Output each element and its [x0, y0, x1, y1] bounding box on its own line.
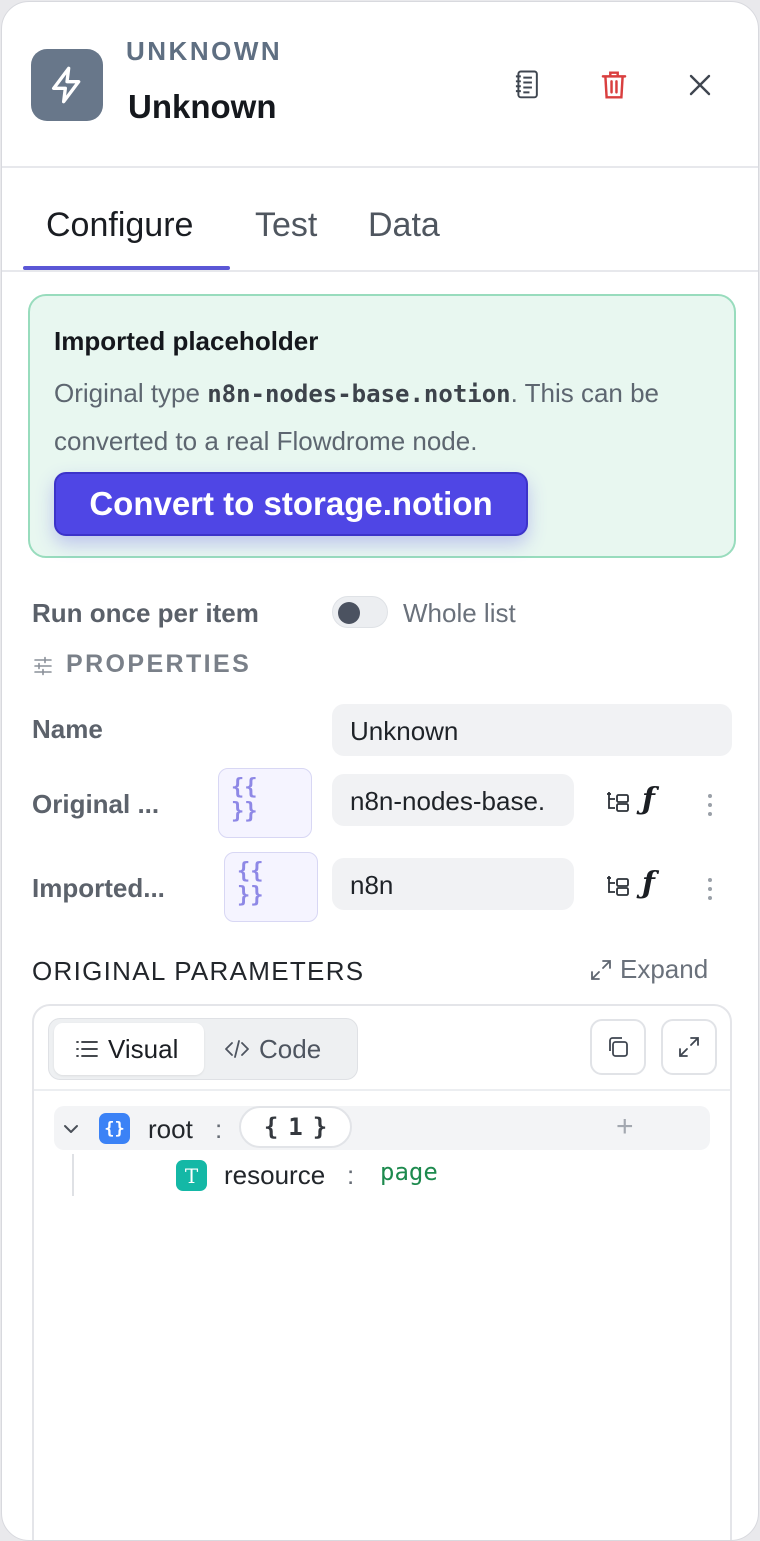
expand-label: Expand [620, 954, 709, 984]
visual-mode-button[interactable]: Visual [54, 1023, 204, 1075]
notes-button[interactable] [504, 62, 550, 108]
tree-guide-line [72, 1154, 74, 1196]
sliders-icon [34, 656, 52, 676]
code-icon [225, 1040, 249, 1058]
fullscreen-button[interactable] [661, 1019, 717, 1075]
notice-title: Imported placeholder [54, 326, 319, 356]
original-type-field[interactable]: n8n-nodes-base. [332, 774, 574, 826]
maximize-icon [679, 1037, 699, 1057]
open-braces: {{ [237, 859, 264, 884]
original-type-label: Original ... [32, 789, 160, 819]
node-type-label: UNKNOWN [126, 36, 283, 66]
notebook-icon [515, 70, 538, 99]
run-mode-label: Run once per item [32, 598, 259, 628]
chevron-down-icon[interactable] [62, 1120, 80, 1138]
notice-text-prefix: Original type [54, 378, 208, 408]
view-mode-switch: Visual Code [48, 1018, 358, 1080]
original-parameters-title: ORIGINAL PARAMETERS [32, 956, 365, 986]
run-mode-toggle[interactable] [332, 596, 388, 628]
open-braces: {{ [231, 775, 258, 800]
active-tab-indicator [23, 266, 230, 270]
tab-test[interactable]: Test [255, 206, 317, 245]
expand-icon [591, 959, 611, 980]
node-name-title: Unknown [128, 88, 277, 125]
original-type-code: n8n-nodes-base.notion [207, 380, 511, 408]
close-braces: }} [231, 799, 258, 824]
tab-data[interactable]: Data [368, 206, 440, 245]
name-label: Name [32, 714, 103, 744]
convert-button[interactable]: Convert to storage.notion [54, 472, 528, 536]
name-field[interactable]: Unknown [332, 704, 732, 756]
tree-root-row[interactable]: {} root : { 1 } + [54, 1106, 710, 1150]
key-separator: : [347, 1160, 355, 1190]
child-count-pill: { 1 } [239, 1106, 352, 1148]
properties-section-label: PROPERTIES [66, 650, 252, 678]
expression-toggle-button[interactable]: {{}} [224, 852, 318, 922]
resource-key: resource [224, 1160, 326, 1190]
brace-close: } [312, 1113, 328, 1141]
key-separator: : [215, 1114, 223, 1144]
copy-icon [609, 1037, 628, 1057]
root-key: root [148, 1114, 193, 1144]
code-mode-button[interactable]: Code [225, 1023, 355, 1075]
delete-button[interactable] [591, 62, 637, 108]
list-icon [76, 1041, 98, 1057]
copy-button[interactable] [590, 1019, 646, 1075]
imported-label: Imported... [32, 873, 165, 903]
editor-toolbar: Visual Code [34, 1006, 730, 1091]
node-config-panel: UNKNOWN Unknown Configure Test Data Impo… [1, 1, 759, 1541]
node-type-icon [31, 49, 103, 121]
brace-open: { [263, 1113, 279, 1141]
field-menu-button[interactable] [708, 794, 714, 821]
tab-configure[interactable]: Configure [46, 206, 193, 245]
code-mode-label: Code [259, 1033, 322, 1064]
whole-list-label: Whole list [403, 598, 516, 628]
text-type-icon: T [176, 1160, 207, 1191]
placeholder-notice: Imported placeholder Original type n8n-n… [28, 294, 736, 558]
lightning-icon [52, 66, 81, 104]
object-type-icon: {} [99, 1113, 130, 1144]
tab-bar: Configure Test Data [2, 170, 758, 272]
child-count: 1 [288, 1113, 303, 1141]
notice-text: Original type n8n-nodes-base.notion. Thi… [54, 370, 694, 465]
json-editor: Visual Code {} root : { 1 } + T resource… [32, 1004, 732, 1540]
toggle-knob [338, 602, 360, 624]
mapping-icon[interactable] [606, 874, 632, 898]
close-braces: }} [237, 883, 264, 908]
mapping-icon[interactable] [606, 790, 632, 814]
panel-header: UNKNOWN Unknown [2, 2, 758, 168]
resource-value[interactable]: page [380, 1158, 438, 1186]
expand-link[interactable]: Expand [590, 954, 708, 985]
function-icon[interactable]: ƒ [642, 866, 655, 901]
close-icon [689, 74, 711, 96]
trash-icon [601, 71, 627, 99]
close-button[interactable] [677, 62, 723, 108]
expression-toggle-button[interactable]: {{}} [218, 768, 312, 838]
add-field-button[interactable]: + [616, 1110, 634, 1144]
imported-field[interactable]: n8n [332, 858, 574, 910]
field-menu-button[interactable] [708, 878, 714, 905]
visual-mode-label: Visual [108, 1033, 179, 1064]
function-icon[interactable]: ƒ [642, 782, 655, 817]
